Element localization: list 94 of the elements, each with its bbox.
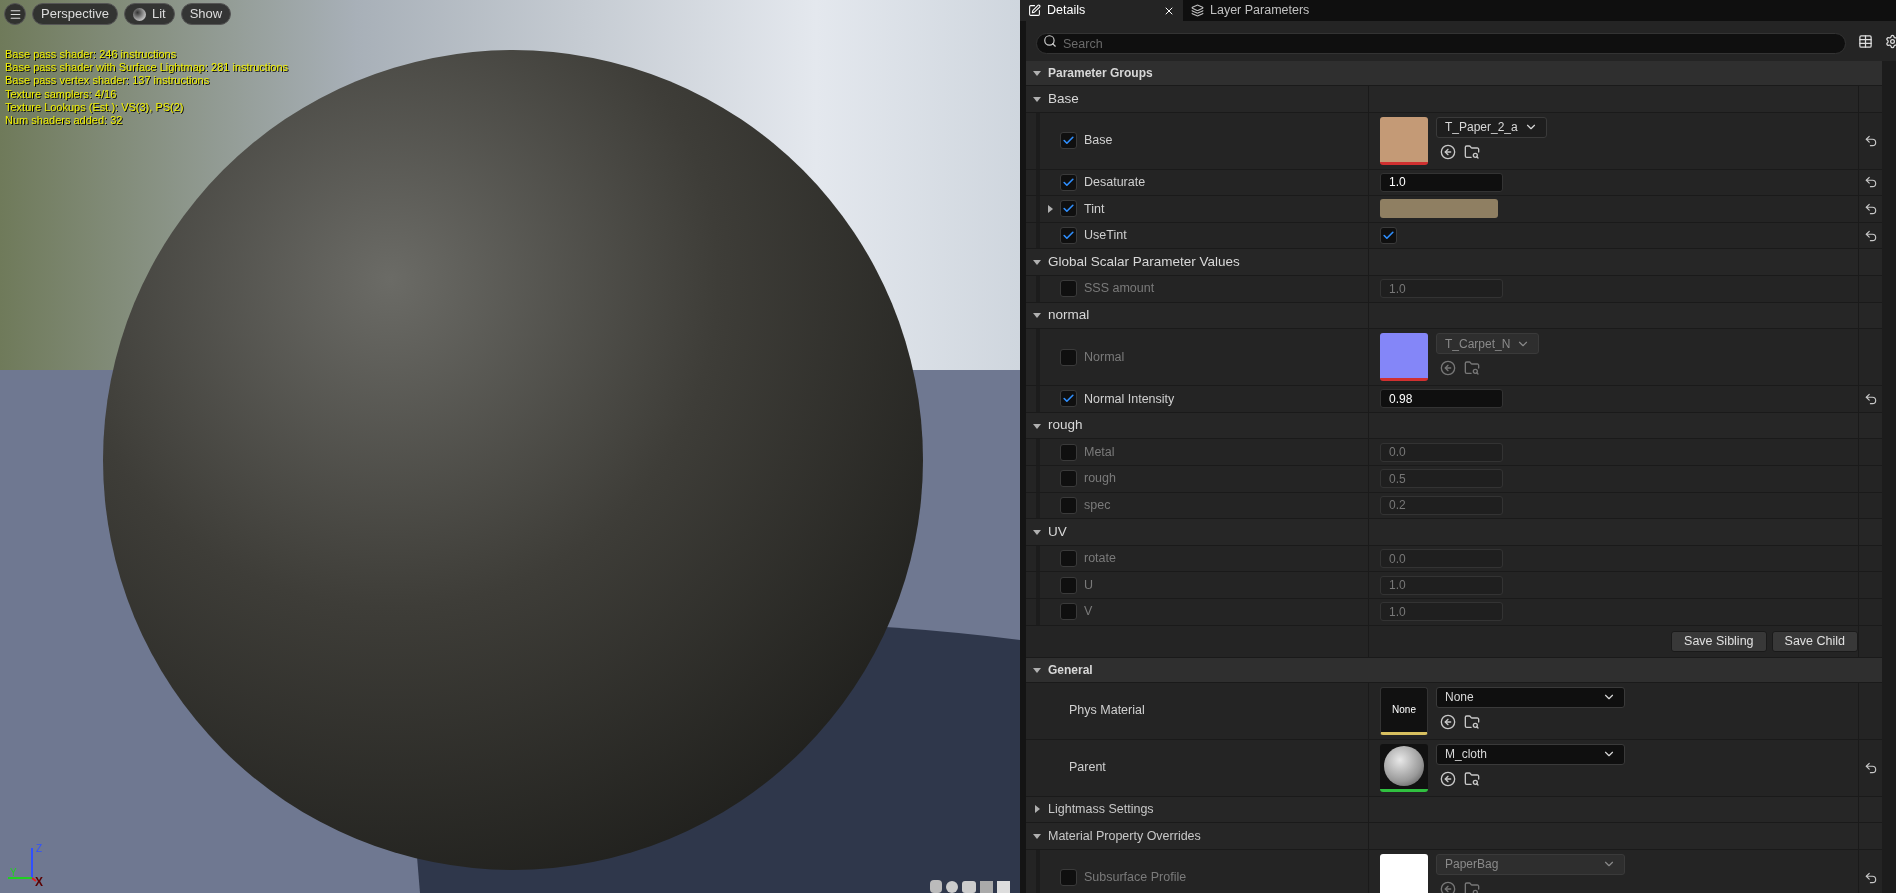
- stats-line: Base pass vertex shader: 137 instructions: [5, 74, 211, 88]
- number-field[interactable]: 1.0: [1380, 575, 1503, 595]
- checkbox[interactable]: [1060, 869, 1077, 887]
- property-label: rough: [1084, 470, 1116, 488]
- number-field[interactable]: 0.0: [1380, 549, 1503, 568]
- group-title[interactable]: rough: [1048, 415, 1083, 436]
- browse-icon[interactable]: [1464, 770, 1480, 787]
- group-title[interactable]: Material Property Overrides: [1048, 826, 1201, 846]
- property-label: UseTint: [1084, 227, 1127, 245]
- pencil-icon: [1028, 4, 1041, 17]
- checkbox[interactable]: [1060, 200, 1077, 218]
- property-label: Normal: [1084, 348, 1125, 366]
- panel-tab[interactable]: Details: [1020, 0, 1183, 21]
- category-title[interactable]: Parameter Groups: [1048, 64, 1153, 82]
- reset-icon[interactable]: [1863, 133, 1878, 148]
- number-field[interactable]: 1.0: [1380, 172, 1503, 192]
- save-button[interactable]: Save Child: [1771, 630, 1858, 652]
- property-label: Base: [1084, 132, 1113, 150]
- viewport-button[interactable]: Perspective: [32, 3, 118, 25]
- asset-dropdown[interactable]: None: [1436, 686, 1625, 708]
- color-swatch[interactable]: [1380, 199, 1498, 219]
- number-field[interactable]: 0.5: [1380, 469, 1503, 489]
- number-field[interactable]: 0.98: [1380, 389, 1503, 409]
- group-title[interactable]: Base: [1048, 88, 1079, 109]
- checkbox[interactable]: [1060, 348, 1077, 366]
- use-selected-icon[interactable]: [1440, 770, 1456, 787]
- panel-tab[interactable]: Layer Parameters: [1183, 0, 1318, 21]
- menu-icon: [8, 7, 22, 21]
- check-icon: [1062, 175, 1075, 189]
- layers-icon: [1191, 4, 1204, 17]
- property-label: Normal Intensity: [1084, 390, 1175, 408]
- empty-thumbnail: None: [1380, 686, 1428, 735]
- number-field[interactable]: 0.2: [1380, 495, 1503, 515]
- number-field[interactable]: 1.0: [1380, 279, 1503, 299]
- browse-icon[interactable]: [1464, 713, 1480, 730]
- table-icon[interactable]: [1858, 33, 1873, 49]
- material-thumbnail: [1380, 743, 1428, 792]
- category-title[interactable]: General: [1048, 660, 1093, 679]
- property-label: Metal: [1084, 443, 1115, 461]
- axis-gizmo-drawing: Z Y X: [4, 840, 48, 886]
- checkbox[interactable]: [1060, 443, 1077, 461]
- use-selected-icon[interactable]: [1440, 143, 1456, 160]
- expand-arrow-icon[interactable]: [1045, 204, 1055, 214]
- property-label: Desaturate: [1084, 174, 1146, 191]
- property-label: spec: [1084, 496, 1111, 514]
- asset-dropdown[interactable]: T_Paper_2_a: [1436, 116, 1547, 138]
- property-label: rotate: [1084, 550, 1116, 568]
- property-label: Subsurface Profile: [1084, 869, 1187, 887]
- number-field[interactable]: 0.0: [1380, 442, 1503, 462]
- stats-line: Base pass shader: 246 instructions: [5, 48, 178, 62]
- group-title[interactable]: Lightmass Settings: [1048, 799, 1154, 819]
- stats-line: Num shaders added: 32: [5, 114, 124, 128]
- expand-arrow-icon[interactable]: [1032, 804, 1042, 815]
- number-field[interactable]: 1.0: [1380, 602, 1503, 622]
- view-mode-button[interactable]: Lit: [123, 3, 175, 25]
- save-button[interactable]: Save Sibling: [1671, 630, 1767, 652]
- checkbox[interactable]: [1060, 576, 1077, 594]
- asset-dropdown[interactable]: T_Carpet_N: [1436, 333, 1540, 355]
- property-label: Tint: [1084, 200, 1105, 218]
- browse-icon[interactable]: [1464, 143, 1480, 160]
- property-label: Phys Material: [1069, 702, 1145, 720]
- property-label: U: [1084, 576, 1094, 594]
- reset-icon[interactable]: [1863, 175, 1878, 190]
- reset-icon[interactable]: [1863, 870, 1878, 885]
- checkbox[interactable]: [1060, 132, 1077, 150]
- checkbox[interactable]: [1060, 390, 1077, 408]
- use-selected-icon[interactable]: [1440, 713, 1456, 730]
- reset-icon[interactable]: [1863, 391, 1878, 406]
- checkbox[interactable]: [1060, 227, 1077, 245]
- checkbox[interactable]: [1060, 550, 1077, 567]
- collapse-arrow-icon[interactable]: [1032, 68, 1042, 78]
- group-title[interactable]: Global Scalar Parameter Values: [1048, 252, 1240, 273]
- search-field[interactable]: Search: [1036, 33, 1846, 54]
- checkbox[interactable]: [1060, 470, 1077, 488]
- checkbox[interactable]: [1060, 280, 1077, 298]
- group-title[interactable]: normal: [1048, 305, 1090, 326]
- asset-dropdown[interactable]: M_cloth: [1436, 743, 1625, 765]
- stats-line: Texture Lookups (Est.): VS(3), PS(2): [5, 100, 185, 114]
- checkbox[interactable]: [1060, 496, 1077, 514]
- property-label: V: [1084, 603, 1093, 621]
- checkbox[interactable]: [1380, 227, 1397, 245]
- checkbox[interactable]: [1060, 173, 1077, 191]
- reset-icon[interactable]: [1863, 760, 1878, 775]
- asset-dropdown[interactable]: PaperBag: [1436, 853, 1625, 875]
- stats-line: Base pass shader with Surface Lightmap: 281 instructions: [5, 61, 289, 75]
- property-label: SSS amount: [1084, 280, 1155, 298]
- search-icon: [1043, 34, 1057, 48]
- property-label: Parent: [1069, 759, 1106, 777]
- settings-icon[interactable]: [1885, 33, 1896, 49]
- stats-line: Texture samplers: 4/16: [5, 87, 118, 101]
- checkbox[interactable]: [1060, 603, 1077, 621]
- reset-icon[interactable]: [1863, 202, 1878, 216]
- group-title[interactable]: UV: [1048, 521, 1067, 543]
- reset-icon[interactable]: [1863, 228, 1878, 243]
